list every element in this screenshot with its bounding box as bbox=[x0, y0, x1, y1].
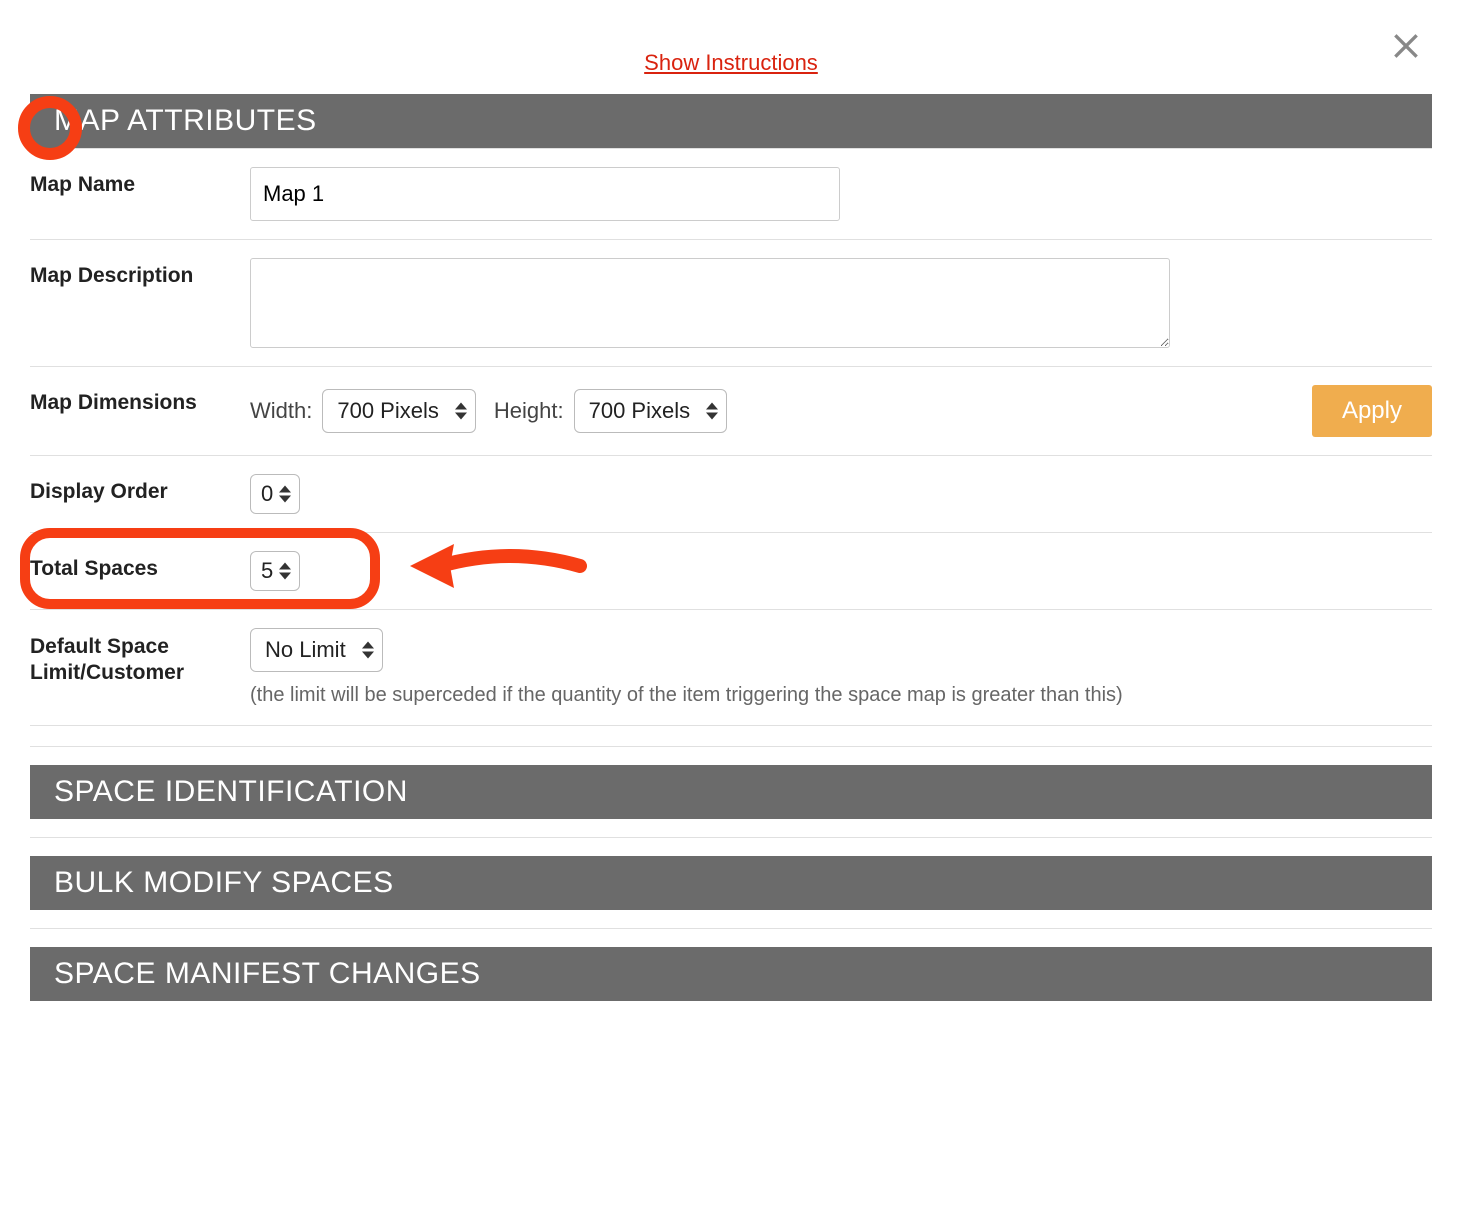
show-instructions-link[interactable]: Show Instructions bbox=[644, 50, 818, 75]
label-width: Width: bbox=[250, 398, 312, 424]
section-bulk-modify: BULK MODIFY SPACES bbox=[30, 837, 1432, 910]
display-order-select[interactable]: 0 bbox=[250, 474, 300, 514]
section-manifest-changes: SPACE MANIFEST CHANGES bbox=[30, 928, 1432, 1001]
map-name-input[interactable] bbox=[250, 167, 840, 221]
height-select[interactable]: 700 Pixels bbox=[574, 389, 728, 433]
spinner-icon bbox=[706, 403, 718, 420]
row-map-description: Map Description bbox=[30, 239, 1432, 366]
section-map-attributes: MAP ATTRIBUTES Map Name Map Description … bbox=[30, 94, 1432, 726]
total-spaces-select[interactable]: 5 bbox=[250, 551, 300, 591]
map-description-input[interactable] bbox=[250, 258, 1170, 348]
section-space-identification: SPACE IDENTIFICATION bbox=[30, 746, 1432, 819]
row-display-order: Display Order 0 bbox=[30, 455, 1432, 532]
default-space-limit-value: No Limit bbox=[265, 637, 346, 663]
display-order-value: 0 bbox=[261, 481, 273, 507]
row-default-space-limit: Default Space Limit/Customer No Limit (t… bbox=[30, 609, 1432, 726]
row-total-spaces: Total Spaces 5 bbox=[30, 532, 1432, 609]
label-display-order: Display Order bbox=[30, 474, 250, 504]
spinner-icon bbox=[362, 642, 374, 659]
close-icon[interactable] bbox=[1390, 30, 1422, 62]
default-limit-hint: (the limit will be superceded if the qua… bbox=[250, 684, 1123, 707]
width-select-value: 700 Pixels bbox=[337, 398, 439, 424]
total-spaces-value: 5 bbox=[261, 558, 273, 584]
label-default-space-limit: Default Space Limit/Customer bbox=[30, 628, 250, 687]
section-header-manifest-changes[interactable]: SPACE MANIFEST CHANGES bbox=[30, 947, 1432, 1001]
section-header-space-identification[interactable]: SPACE IDENTIFICATION bbox=[30, 765, 1432, 819]
label-total-spaces: Total Spaces bbox=[30, 551, 250, 581]
row-map-name: Map Name bbox=[30, 148, 1432, 239]
label-map-description: Map Description bbox=[30, 258, 250, 288]
spinner-icon bbox=[279, 563, 291, 580]
section-header-map-attributes[interactable]: MAP ATTRIBUTES bbox=[30, 94, 1432, 148]
label-map-dimensions: Map Dimensions bbox=[30, 385, 250, 415]
spinner-icon bbox=[455, 403, 467, 420]
spinner-icon bbox=[279, 486, 291, 503]
row-map-dimensions: Map Dimensions Width: 700 Pixels Height:… bbox=[30, 366, 1432, 455]
default-space-limit-select[interactable]: No Limit bbox=[250, 628, 383, 672]
section-header-bulk-modify[interactable]: BULK MODIFY SPACES bbox=[30, 856, 1432, 910]
width-select[interactable]: 700 Pixels bbox=[322, 389, 476, 433]
top-link-row: Show Instructions bbox=[30, 50, 1432, 76]
label-height: Height: bbox=[494, 398, 564, 424]
height-select-value: 700 Pixels bbox=[589, 398, 691, 424]
label-map-name: Map Name bbox=[30, 167, 250, 197]
apply-button[interactable]: Apply bbox=[1312, 385, 1432, 437]
